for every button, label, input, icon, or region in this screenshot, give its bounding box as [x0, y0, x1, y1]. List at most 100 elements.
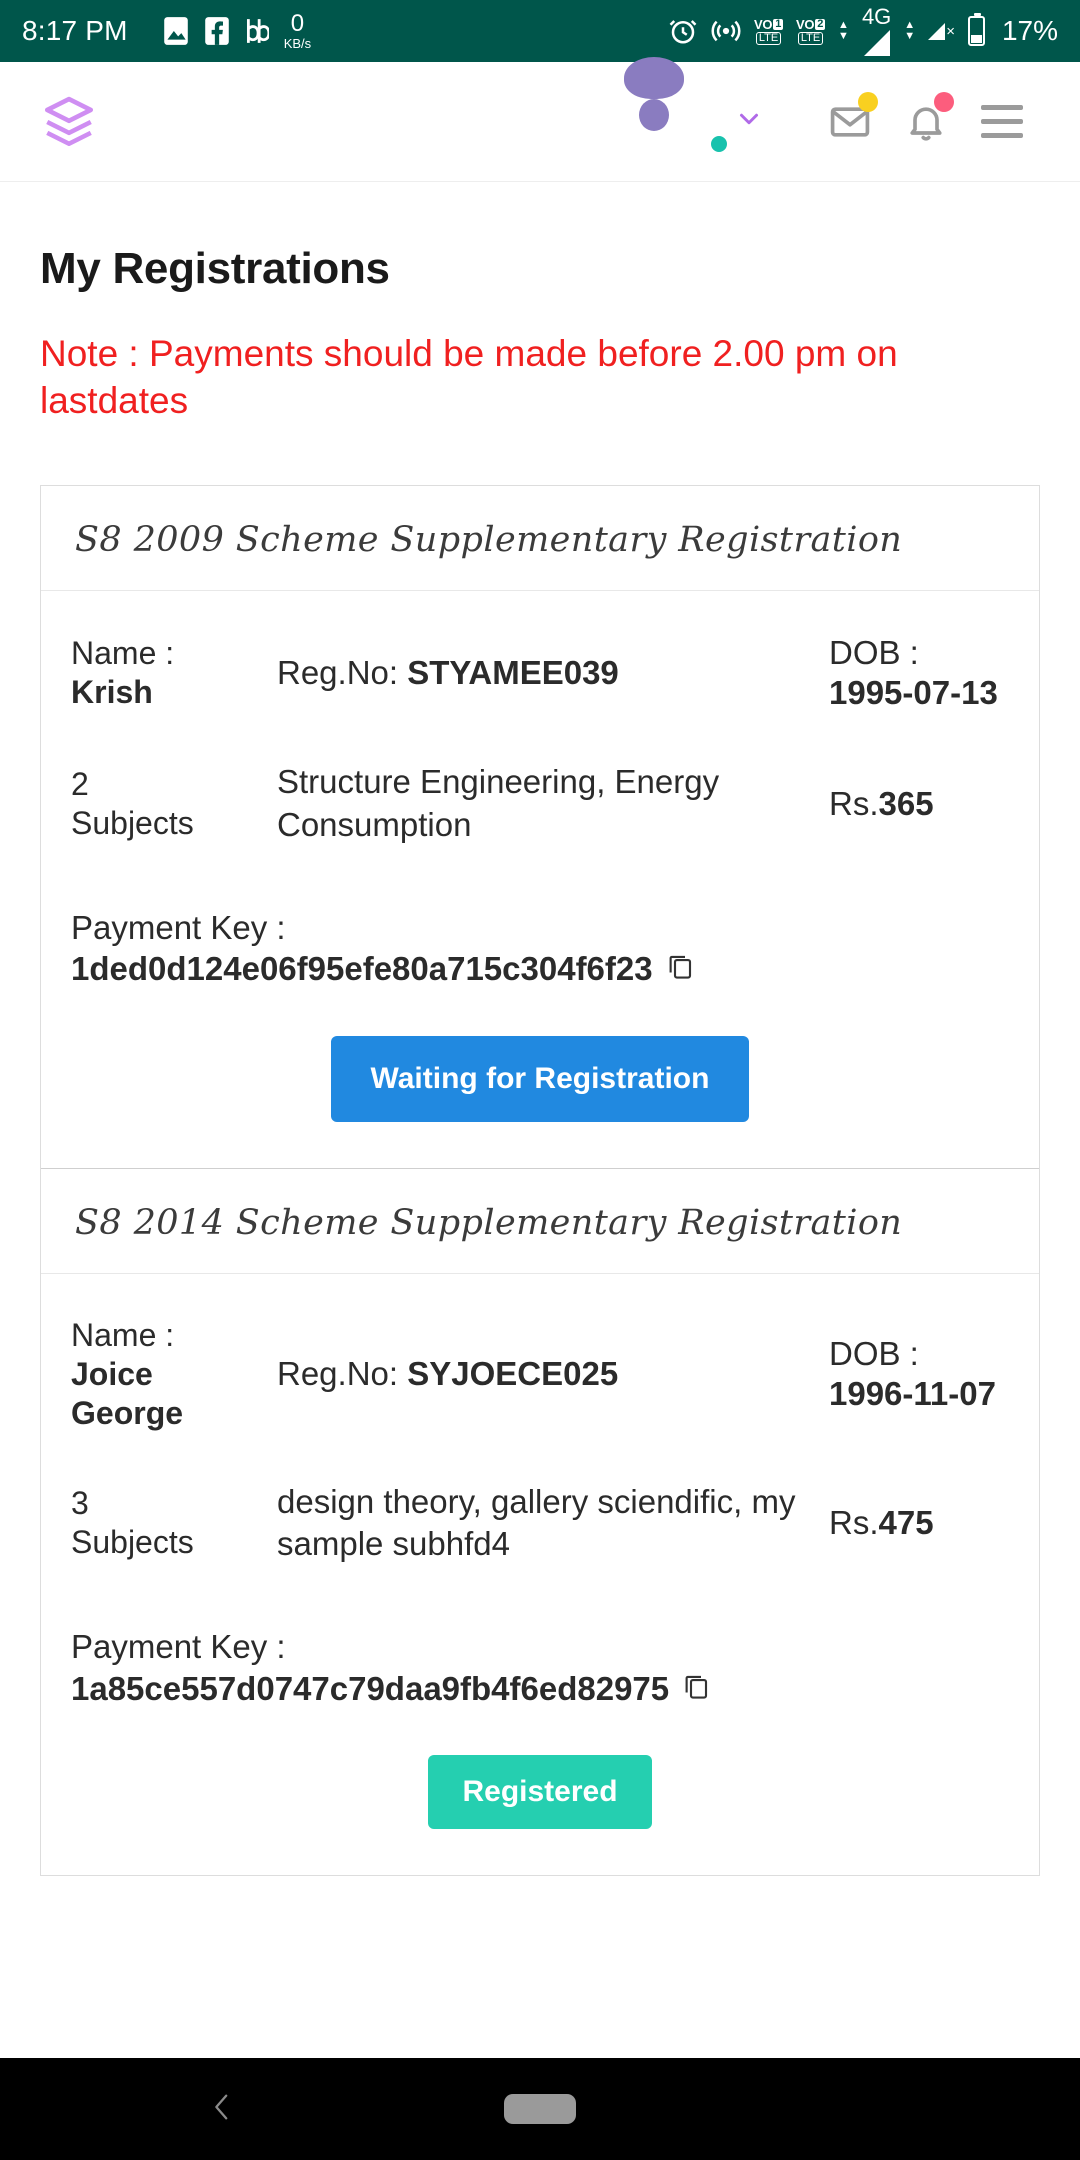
name-value: Krish — [71, 673, 153, 710]
network-speed-unit: KB/s — [283, 36, 312, 51]
name-field: Name : Krish — [71, 634, 261, 712]
phone-screen: 8:17 PM 0 KB/s VO 1 LTE VO 2 LTE ▲ ▼ 4G … — [0, 0, 1080, 2160]
status-button-row: Waiting for Registration — [71, 990, 1009, 1138]
dob-label: DOB : — [829, 633, 919, 671]
network-speed-value: 0 — [290, 10, 305, 37]
subjects-label: Subjects — [71, 805, 194, 842]
currency-label: Rs. — [829, 785, 879, 823]
registration-card: S8 2014 Scheme Supplementary Registratio… — [41, 1167, 1039, 1875]
reg-no-value: STYAMEE039 — [407, 653, 619, 691]
scheme-title: S8 2009 Scheme Supplementary Registratio… — [75, 519, 903, 560]
reg-no-label: Reg.No: — [277, 1355, 399, 1393]
dob-label: DOB : — [829, 1334, 919, 1372]
signal-sim2-icon: × — [928, 22, 955, 40]
card-body: Name : Krish Reg.No: STYAMEE039 DOB : 19… — [41, 591, 1039, 1168]
system-nav-bar — [0, 2058, 1080, 2160]
status-button-row: Registered — [71, 1709, 1009, 1845]
name-label: Name : — [71, 1316, 175, 1353]
payment-key-label: Payment Key : — [71, 909, 286, 946]
fee-field: Rs.475 — [829, 1504, 1009, 1542]
payment-key-value: 1a85ce557d0747c79daa9fb4f6ed82975 — [71, 1669, 670, 1707]
subjects-label: Subjects — [71, 1524, 194, 1561]
gallery-icon — [163, 16, 189, 46]
payment-key-value: 1ded0d124e06f95efe80a715c304f6f23 — [71, 950, 653, 988]
network-speed-indicator: 0 KB/s — [283, 10, 312, 51]
avatar[interactable] — [624, 56, 730, 159]
registrations-list: S8 2009 Scheme Supplementary Registratio… — [40, 484, 1040, 1876]
subjects-row: 2 Subjects Structure Engineering, Energy… — [71, 727, 1009, 865]
card-header: S8 2014 Scheme Supplementary Registratio… — [41, 1169, 1039, 1274]
payment-key-field: Payment Key : 1a85ce557d0747c79daa9fb4f6… — [71, 1584, 1009, 1709]
fee-field: Rs.365 — [829, 785, 1009, 823]
battery-percent: 17% — [1001, 15, 1058, 46]
app-header-actions — [624, 56, 1040, 160]
fee-value: 365 — [878, 785, 934, 823]
payment-key-label: Payment Key : — [71, 1628, 286, 1666]
data-arrows-icon-2: ▲ ▼ — [904, 19, 916, 42]
status-bar-right: VO 1 LTE VO 2 LTE ▲ ▼ 4G ▲ ▼ × 17% — [668, 6, 1058, 56]
name-label: Name : — [71, 634, 175, 671]
chevron-down-icon[interactable] — [734, 104, 764, 139]
volte-sim1-icon: VO 1 LTE — [754, 17, 784, 45]
payment-key-field: Payment Key : 1ded0d124e06f95efe80a715c3… — [71, 865, 1009, 990]
app-header — [0, 56, 1080, 182]
subjects-value: Structure Engineering, Energy Consumptio… — [277, 763, 720, 844]
registration-card: S8 2009 Scheme Supplementary Registratio… — [41, 486, 1039, 1168]
status-bar-clock: 8:17 PM — [22, 15, 128, 46]
volte-sim2-lte: LTE — [797, 31, 824, 45]
bell-badge — [934, 91, 954, 112]
hotspot-icon — [711, 16, 741, 46]
dob-field: DOB : 1995-07-13 — [829, 633, 1009, 714]
subject-count-field: 3 Subjects — [71, 1484, 261, 1562]
payment-note: Note : Payments should be made before 2.… — [40, 333, 898, 422]
card-header: S8 2009 Scheme Supplementary Registratio… — [41, 486, 1039, 591]
layers-stack-icon[interactable] — [40, 93, 98, 151]
network-type-label: 4G — [862, 6, 891, 56]
name-value: Joice George — [71, 1355, 184, 1431]
page-content: My Registrations Note : Payments should … — [0, 244, 1080, 1876]
copy-icon[interactable] — [665, 948, 695, 989]
student-info-row: Name : Joice George Reg.No: SYJOECE025 D… — [71, 1308, 1009, 1447]
subject-count-value: 2 — [71, 766, 89, 803]
currency-label: Rs. — [829, 1504, 879, 1542]
dob-field: DOB : 1996-11-07 — [829, 1334, 1009, 1415]
status-bar-left: 8:17 PM 0 KB/s — [22, 10, 668, 51]
card-body: Name : Joice George Reg.No: SYJOECE025 D… — [41, 1274, 1039, 1875]
volte-sim1-number: 1 — [773, 17, 784, 30]
subjects-row: 3 Subjects design theory, gallery sciend… — [71, 1447, 1009, 1585]
hamburger-menu-icon[interactable] — [964, 84, 1040, 160]
dob-value: 1995-07-13 — [829, 673, 998, 711]
volte-sim2-label: VO — [796, 16, 815, 32]
data-arrows-icon: ▲ ▼ — [838, 19, 849, 42]
subject-count-value: 3 — [71, 1485, 89, 1522]
page-title: My Registrations — [40, 244, 390, 293]
scheme-title: S8 2014 Scheme Supplementary Registratio… — [75, 1202, 903, 1243]
back-chevron-icon[interactable] — [205, 2087, 239, 2132]
reg-no-value: SYJOECE025 — [407, 1355, 619, 1393]
subjects-value: design theory, gallery sciendific, my sa… — [277, 1482, 796, 1563]
status-button-registered[interactable]: Registered — [428, 1754, 652, 1829]
battery-icon — [967, 13, 985, 46]
mail-icon[interactable] — [812, 84, 888, 160]
copy-icon[interactable] — [681, 1668, 711, 1709]
bell-icon[interactable] — [888, 84, 964, 160]
reg-no-field: Reg.No: STYAMEE039 — [261, 654, 829, 692]
volte-sim1-lte: LTE — [755, 31, 782, 45]
name-field: Name : Joice George — [71, 1316, 261, 1433]
mail-badge — [858, 91, 878, 112]
volte-sim2-icon: VO 2 LTE — [796, 16, 826, 45]
bb-icon — [245, 17, 269, 45]
dob-value: 1996-11-07 — [829, 1375, 996, 1413]
reg-no-field: Reg.No: SYJOECE025 — [261, 1355, 829, 1393]
facebook-icon — [204, 16, 230, 46]
reg-no-label: Reg.No: — [277, 653, 399, 691]
alarm-icon — [668, 16, 698, 46]
subject-count-field: 2 Subjects — [71, 765, 261, 843]
status-button-waiting[interactable]: Waiting for Registration — [330, 1035, 750, 1122]
fee-value: 475 — [878, 1504, 934, 1542]
student-info-row: Name : Krish Reg.No: STYAMEE039 DOB : 19… — [71, 625, 1009, 728]
volte-sim2-number: 2 — [815, 17, 826, 30]
online-status-dot — [708, 132, 730, 155]
home-pill-icon[interactable] — [504, 2094, 576, 2124]
status-bar: 8:17 PM 0 KB/s VO 1 LTE VO 2 LTE ▲ ▼ 4G … — [0, 0, 1080, 62]
